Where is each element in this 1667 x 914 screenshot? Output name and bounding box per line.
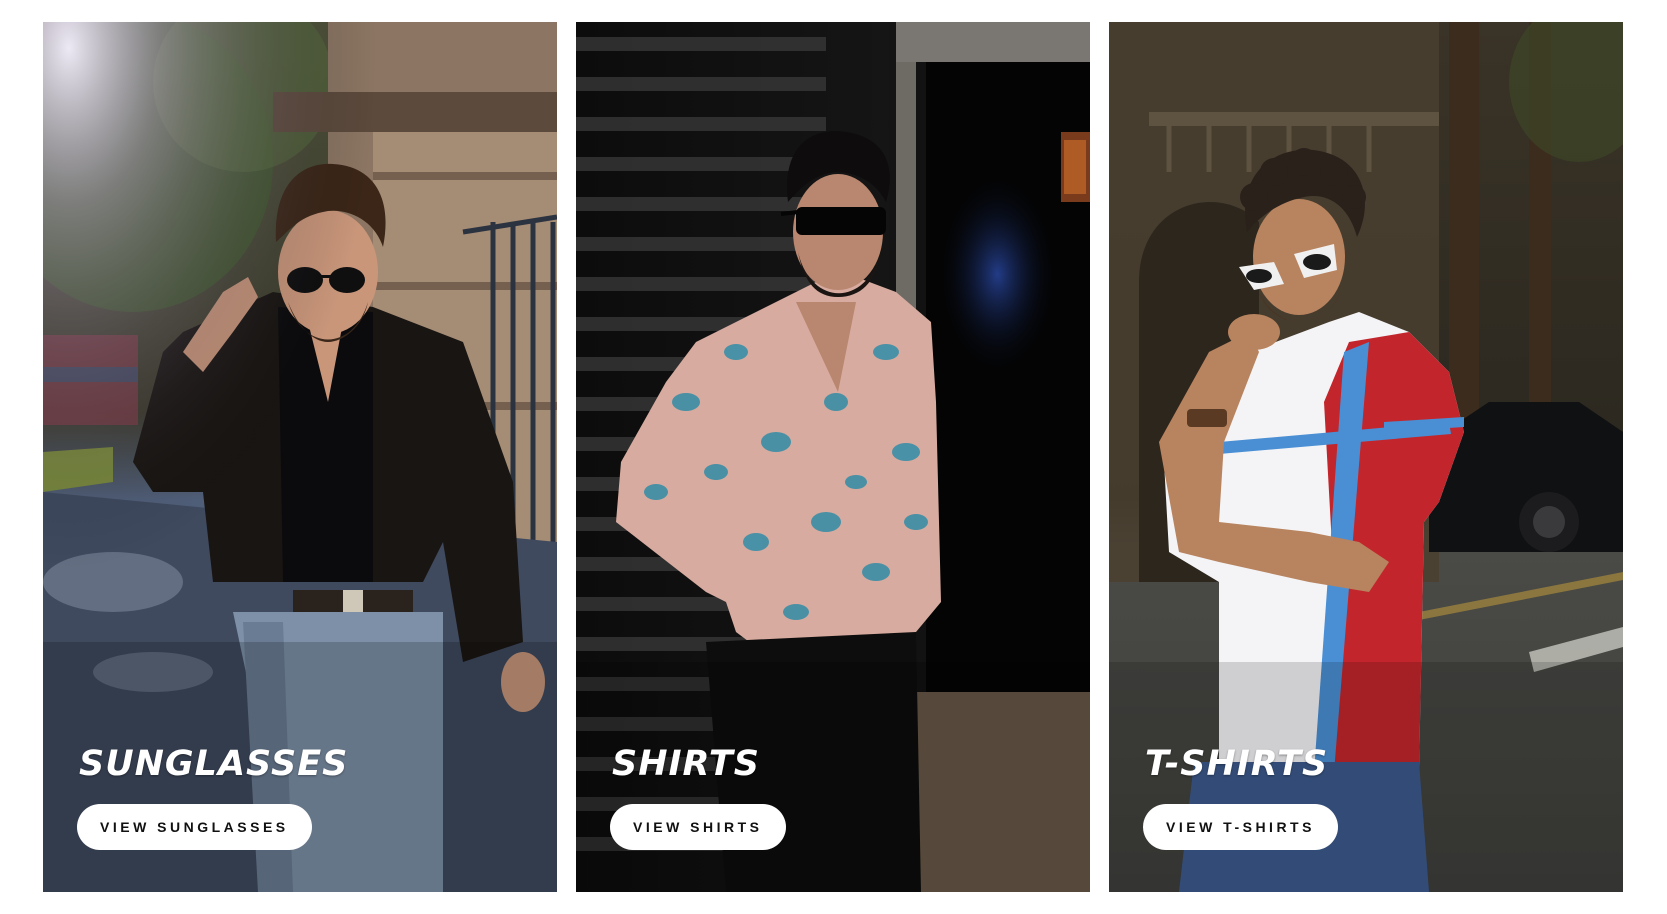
view-shirts-button[interactable]: VIEW SHIRTS [610,804,786,850]
collection-card-sunglasses[interactable]: SUNGLASSES VIEW SUNGLASSES [43,22,557,892]
collection-title: T-SHIRTS [1145,744,1329,784]
collection-card-shirts[interactable]: SHIRTS VIEW SHIRTS [576,22,1090,892]
collection-card-t-shirts[interactable]: T-SHIRTS VIEW T-SHIRTS [1109,22,1623,892]
view-t-shirts-button[interactable]: VIEW T-SHIRTS [1143,804,1338,850]
collection-grid: SUNGLASSES VIEW SUNGLASSES SHIRTS VIEW S… [43,22,1623,892]
view-sunglasses-button[interactable]: VIEW SUNGLASSES [77,804,312,850]
collection-title: SHIRTS [612,744,760,784]
collection-title: SUNGLASSES [79,744,349,784]
